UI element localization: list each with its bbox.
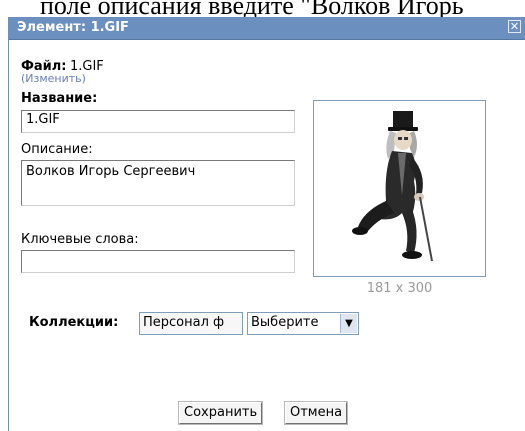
cancel-button[interactable]: Отмена <box>283 401 349 425</box>
collection-select-value: Выберите <box>251 315 319 330</box>
save-button[interactable]: Сохранить <box>177 401 264 425</box>
dialog-titlebar[interactable]: Элемент: 1.GIF ✕ <box>9 17 525 40</box>
close-icon[interactable]: ✕ <box>508 20 521 33</box>
change-file-link[interactable]: (Изменить) <box>21 72 86 85</box>
character-image <box>352 111 433 262</box>
collections-label: Коллекции: <box>29 315 119 330</box>
dialog-title: Элемент: 1.GIF <box>17 20 129 35</box>
collection-select[interactable]: Выберите ▼ <box>247 312 359 335</box>
image-preview <box>313 100 486 277</box>
collection-button[interactable]: Персонал ф <box>139 312 243 335</box>
description-label: Описание: <box>21 142 93 157</box>
chevron-down-icon[interactable]: ▼ <box>340 314 357 333</box>
keywords-label: Ключевые слова: <box>21 232 139 247</box>
description-textarea[interactable]: Волков Игорь Сергеевич <box>21 160 295 206</box>
keywords-input[interactable] <box>21 250 295 273</box>
image-dimensions: 181 x 300 <box>366 281 433 296</box>
element-dialog: Элемент: 1.GIF ✕ Файл: 1.GIF (Изменить) … <box>8 17 525 431</box>
name-label: Название: <box>21 91 98 106</box>
name-input[interactable]: 1.GIF <box>21 110 295 133</box>
